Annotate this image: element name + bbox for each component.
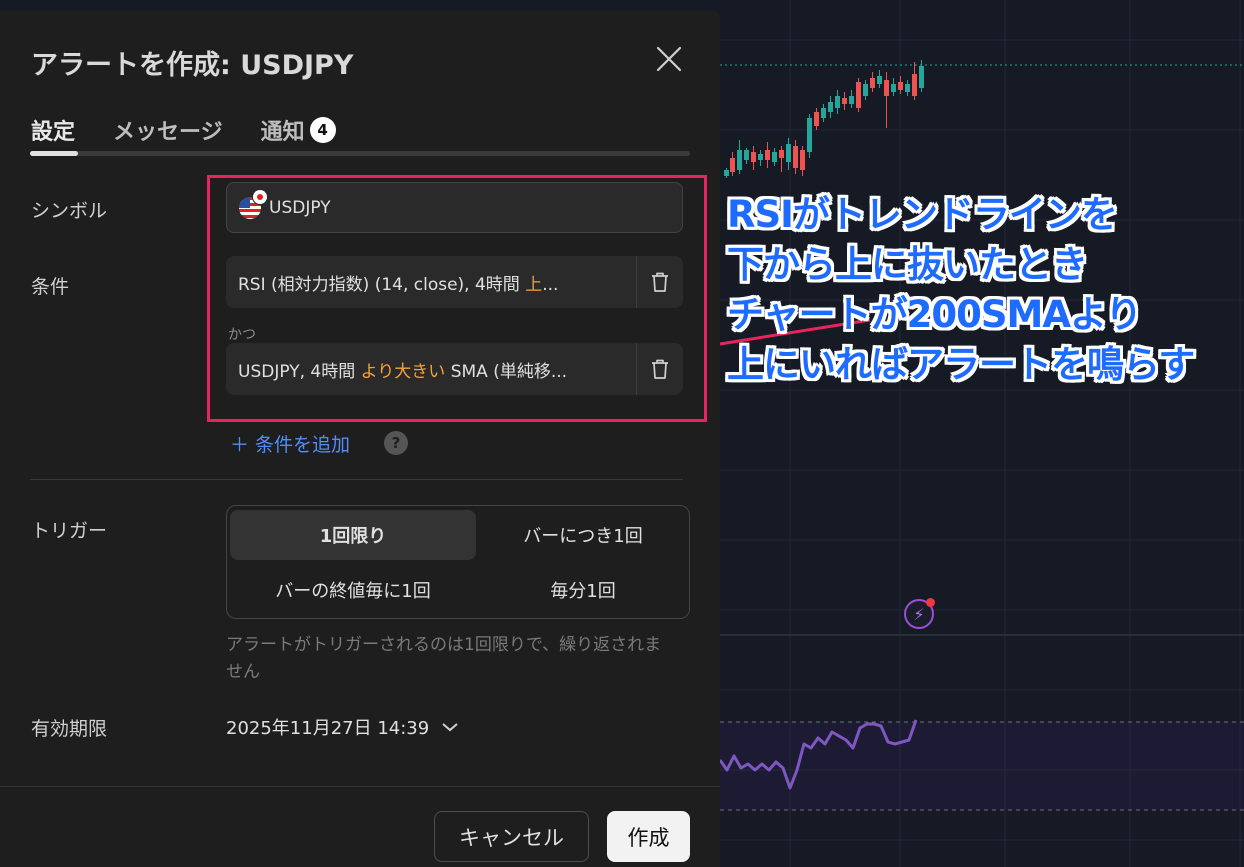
candle-body (849, 96, 854, 104)
condition-prefix: RSI (相対力指数) (14, close), 4時間 (238, 274, 526, 295)
candle-body (772, 152, 777, 162)
footer-divider (0, 786, 720, 787)
help-icon[interactable]: ? (384, 431, 408, 455)
candle-body (870, 78, 875, 88)
trigger-option-bar-close[interactable]: バーの終値毎に1回 (230, 565, 476, 615)
candle-body (884, 80, 889, 96)
tab-bar: 設定 メッセージ 通知 4 (31, 114, 374, 146)
close-button[interactable] (652, 42, 686, 76)
trigger-label: トリガー (31, 520, 108, 542)
condition-joiner: かつ (228, 327, 256, 343)
candle-body (786, 144, 791, 162)
section-divider (30, 479, 683, 480)
annotation-text: RSIがトレンドラインを 下から上に抜いたとき チャートが200SMAより 上に… (727, 190, 1195, 390)
candle-body (863, 84, 868, 96)
tab-track (30, 151, 690, 156)
notification-count-badge: 4 (309, 117, 336, 143)
candle-body (912, 74, 917, 96)
tab-message[interactable]: メッセージ (113, 114, 223, 146)
tab-label: 通知 (260, 120, 305, 145)
close-icon (656, 46, 682, 72)
alert-marker-icon[interactable]: ⚡ (904, 598, 935, 629)
symbol-value: USDJPY (269, 197, 331, 218)
candle-body (877, 76, 882, 84)
condition-suffix: ... (542, 274, 559, 295)
trigger-hint: アラートがトリガーされるのは1回限りで、繰り返されません (226, 635, 662, 682)
us-jp-flag-icon (239, 189, 267, 219)
tab-active-indicator (30, 151, 78, 156)
add-condition-button[interactable]: ＋ 条件を追加 (230, 430, 350, 457)
candle-body (758, 154, 763, 160)
trigger-options: 1回限り バーにつき1回 バーの終値毎に1回 毎分1回 (226, 505, 690, 619)
tab-label: メッセージ (113, 120, 223, 145)
alert-dot (926, 598, 935, 607)
annotation-line: 上にいればアラートを鳴らす (727, 343, 1195, 386)
condition-row-1[interactable]: RSI (相対力指数) (14, close), 4時間 上... (226, 256, 683, 308)
expiry-dropdown[interactable]: 2025年11月27日 14:39 (226, 714, 461, 740)
candle-body (856, 82, 861, 108)
candle-body (898, 82, 903, 90)
candle-body (905, 84, 910, 92)
trigger-option-once[interactable]: 1回限り (230, 510, 476, 560)
candle-body (842, 98, 847, 104)
annotation-line: RSIがトレンドラインを (727, 193, 1118, 236)
trigger-option-once-per-bar[interactable]: バーにつき1回 (460, 510, 706, 560)
delete-condition-button[interactable] (636, 256, 683, 308)
create-alert-dialog: アラートを作成: USDJPY 設定 メッセージ 通知 4 シンボル USDJPY… (0, 10, 720, 867)
condition-row-2[interactable]: USDJPY, 4時間 より大きい SMA (単純移... (226, 343, 683, 395)
candle-body (724, 170, 729, 176)
condition-operator: より大きい (360, 361, 446, 382)
annotation-line: チャートが200SMAより (727, 293, 1142, 336)
condition-prefix: USDJPY, 4時間 (238, 361, 361, 382)
candle-body (891, 84, 896, 92)
candle-body (744, 150, 749, 160)
candle-body (828, 102, 833, 112)
conditions-label: 条件 (31, 276, 70, 298)
condition-text: USDJPY, 4時間 より大きい SMA (単純移... (226, 357, 636, 382)
candle-body (737, 150, 742, 170)
candle-body (807, 118, 812, 152)
symbol-label: シンボル (31, 200, 108, 222)
trash-icon (652, 359, 668, 379)
candle-body (779, 150, 784, 158)
tab-notifications[interactable]: 通知 4 (261, 114, 336, 146)
annotation-line: 下から上に抜いたとき (727, 243, 1088, 286)
lightning-icon: ⚡ (913, 604, 925, 624)
condition-text: RSI (相対力指数) (14, close), 4時間 上... (226, 270, 636, 295)
cancel-button[interactable]: キャンセル (434, 811, 589, 862)
expiry-value: 2025年11月27日 14:39 (226, 718, 430, 739)
candle-body (835, 96, 840, 108)
candle-body (793, 146, 798, 168)
create-button[interactable]: 作成 (607, 811, 690, 862)
condition-suffix: SMA (単純移... (445, 361, 568, 382)
dialog-title: アラートを作成: USDJPY (31, 50, 354, 81)
candle-body (800, 150, 805, 170)
candle-body (919, 66, 924, 88)
candle-body (821, 108, 826, 118)
symbol-field[interactable]: USDJPY (226, 182, 683, 233)
candle-body (751, 152, 756, 162)
tab-label: 設定 (31, 120, 76, 145)
candle-body (730, 158, 735, 172)
trigger-option-per-minute[interactable]: 毎分1回 (460, 565, 706, 615)
delete-condition-button[interactable] (636, 343, 683, 395)
candle-body (814, 112, 819, 126)
tab-settings[interactable]: 設定 (31, 114, 75, 146)
expiry-label: 有効期限 (31, 718, 108, 740)
condition-operator: 上 (525, 274, 543, 295)
candle-body (765, 150, 770, 160)
chevron-down-icon (442, 723, 458, 732)
trash-icon (652, 272, 668, 292)
